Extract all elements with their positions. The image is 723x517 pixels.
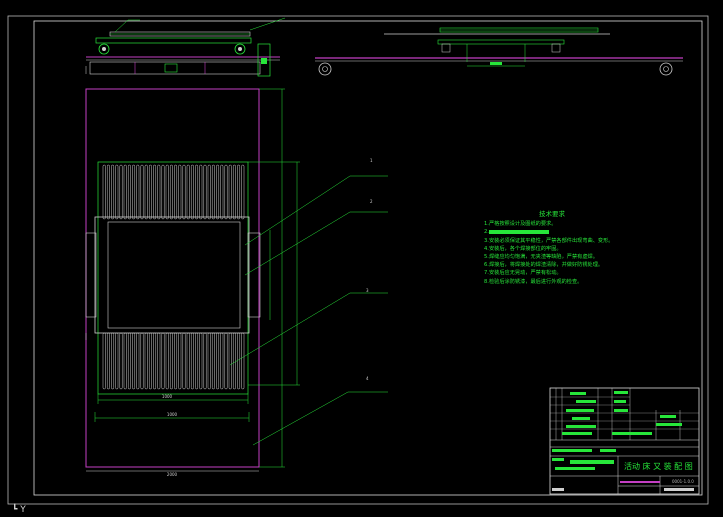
bed-slat <box>127 332 131 390</box>
dim-inner-width: 1000 <box>162 394 173 399</box>
bed-slat <box>169 332 173 390</box>
note-line: 6.焊接后，将焊接处的焊渣清除，并做好防锈处理。 <box>484 262 604 269</box>
bed-slat <box>228 164 232 220</box>
bed-slat <box>241 164 245 220</box>
bed-slat <box>106 164 110 220</box>
bed-slat <box>186 164 190 220</box>
bed-slat <box>224 332 228 390</box>
bed-slat <box>186 332 190 390</box>
note-line: 1.严格按照设计及图纸的要求。 <box>484 221 557 228</box>
note-line: 7.安装后应无晃动，严禁有松动。 <box>484 270 562 277</box>
bed-slat <box>127 164 131 220</box>
bed-slat <box>190 164 194 220</box>
bed-slat <box>207 332 211 390</box>
bed-slat <box>132 332 136 390</box>
bed-slat <box>237 164 241 220</box>
bed-slat <box>161 164 165 220</box>
balloon-3: 3 <box>366 288 369 293</box>
bed-slat <box>174 164 178 220</box>
bed-slat <box>148 332 152 390</box>
bed-slat <box>237 332 241 390</box>
bed-slat <box>115 164 119 220</box>
bed-slats-top <box>102 164 245 220</box>
bed-slat <box>102 332 106 390</box>
dim-overall-width: 2000 <box>167 472 178 477</box>
bed-slat <box>232 164 236 220</box>
bed-slat <box>161 332 165 390</box>
note-line: 2. <box>484 228 634 236</box>
bed-slat <box>224 164 228 220</box>
note-line: 4.安装后，各个焊接部位的牢固。 <box>484 245 562 252</box>
bed-slat <box>165 164 169 220</box>
bed-slat <box>211 164 215 220</box>
bed-slat <box>195 164 199 220</box>
bed-slat <box>123 332 127 390</box>
bed-slat <box>111 164 115 220</box>
bed-slat <box>144 332 148 390</box>
bed-slat <box>136 332 140 390</box>
bed-slat <box>207 164 211 220</box>
bed-slat <box>102 164 106 220</box>
bed-slat <box>228 332 232 390</box>
technical-notes: 技术要求 1.严格按照设计及图纸的要求。 2. 3.安装必须保证其平稳性，严禁各… <box>484 210 634 286</box>
bed-slat <box>178 164 182 220</box>
dim-outer-width: 1000 <box>167 412 178 417</box>
balloon-1: 1 <box>370 158 373 163</box>
bed-slat <box>148 164 152 220</box>
bed-slat <box>178 332 182 390</box>
bed-slat <box>132 164 136 220</box>
bed-slat <box>190 332 194 390</box>
bed-slat <box>220 164 224 220</box>
bed-slat <box>182 332 186 390</box>
bed-slat <box>157 164 161 220</box>
note-line: 5.焊缝应均匀饱满，无夹渣等缺陷，严禁有虚焊。 <box>484 254 598 261</box>
bed-slat <box>174 332 178 390</box>
bed-slat <box>153 164 157 220</box>
notes-heading: 技术要求 <box>539 210 565 218</box>
bed-slat <box>195 332 199 390</box>
leader-lines: 1 2 3 4 <box>229 158 388 446</box>
bed-slat <box>241 332 245 390</box>
drawing-code: 0001-1.0.0 <box>672 479 694 484</box>
bed-slat <box>199 332 203 390</box>
note-line: 8.检验后涂防锈漆，最后进行外观的检查。 <box>484 278 583 285</box>
side-elevation-left <box>85 17 286 77</box>
bed-slat <box>211 332 215 390</box>
bed-slat <box>140 164 144 220</box>
bed-slat <box>232 332 236 390</box>
bed-slat <box>136 164 140 220</box>
plan-view: 1000 1000 2000 <box>85 88 300 477</box>
bed-slat <box>169 164 173 220</box>
bed-slat <box>182 164 186 220</box>
front-elevation-right <box>315 27 683 76</box>
balloon-2: 2 <box>370 199 373 204</box>
bed-slat <box>144 164 148 220</box>
bed-slat <box>106 332 110 390</box>
balloon-4: 4 <box>366 376 369 381</box>
bed-slat <box>203 332 207 390</box>
bed-slat <box>203 164 207 220</box>
bed-slat <box>199 164 203 220</box>
bed-slat <box>220 332 224 390</box>
bed-slat <box>140 332 144 390</box>
note-line: 3.安装必须保证其平稳性，严禁各部件出现弯曲、变形。 <box>484 237 614 244</box>
ucs-axis-icon: ┗ Y <box>12 505 26 515</box>
bed-slats-bottom <box>102 332 245 390</box>
axis-y-label: Y <box>20 505 26 515</box>
bed-slat <box>119 332 123 390</box>
bed-slat <box>119 164 123 220</box>
bed-slat <box>216 332 220 390</box>
bed-slat <box>111 332 115 390</box>
bed-slat <box>216 164 220 220</box>
bed-slat <box>157 332 161 390</box>
bed-slat <box>153 332 157 390</box>
bed-slat <box>165 332 169 390</box>
drawing-title: 活动 床 又 装 配 图 <box>624 462 693 471</box>
bed-slat <box>115 332 119 390</box>
bed-slat <box>123 164 127 220</box>
